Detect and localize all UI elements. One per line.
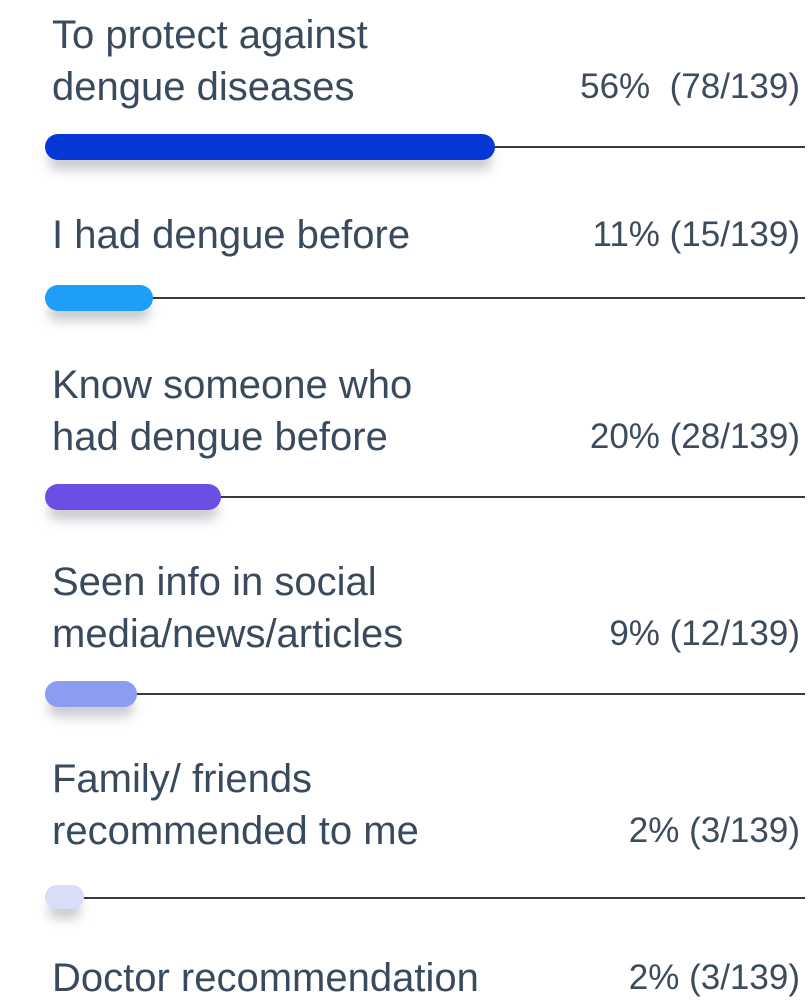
option-label: Family/ friends recommended to me	[52, 757, 419, 853]
option-label: To protect against dengue diseases	[52, 13, 368, 109]
poll-option: Know someone who had dengue before 20% (…	[0, 359, 810, 539]
option-result: 20% (28/139)	[589, 417, 800, 456]
track-line	[60, 693, 805, 695]
poll-option: Doctor recommendation 2% (3/139)	[0, 956, 810, 1000]
option-label: Know someone who had dengue before	[52, 363, 413, 459]
track-line	[60, 297, 805, 299]
option-result: 2% (3/139)	[628, 958, 800, 997]
poll-option: Family/ friends recommended to me 2% (3/…	[0, 753, 810, 933]
option-result: 9% (12/139)	[609, 614, 800, 653]
option-result: 11% (15/139)	[592, 215, 800, 254]
result-bar	[45, 484, 221, 510]
poll-option: Seen info in social media/news/articles …	[0, 556, 810, 736]
option-label: Doctor recommendation	[52, 956, 479, 1000]
poll-results: To protect against dengue diseases 56% (…	[0, 0, 810, 1000]
result-bar	[45, 681, 138, 707]
option-result: 56% (78/139)	[580, 67, 800, 106]
poll-option: To protect against dengue diseases 56% (…	[0, 9, 810, 189]
result-bar	[45, 134, 495, 160]
result-bar	[45, 885, 85, 909]
track-line	[60, 897, 805, 899]
result-bar	[45, 285, 153, 311]
option-result: 2% (3/139)	[628, 811, 800, 850]
option-label: Seen info in social media/news/articles	[52, 560, 404, 656]
option-label: I had dengue before	[52, 213, 411, 257]
